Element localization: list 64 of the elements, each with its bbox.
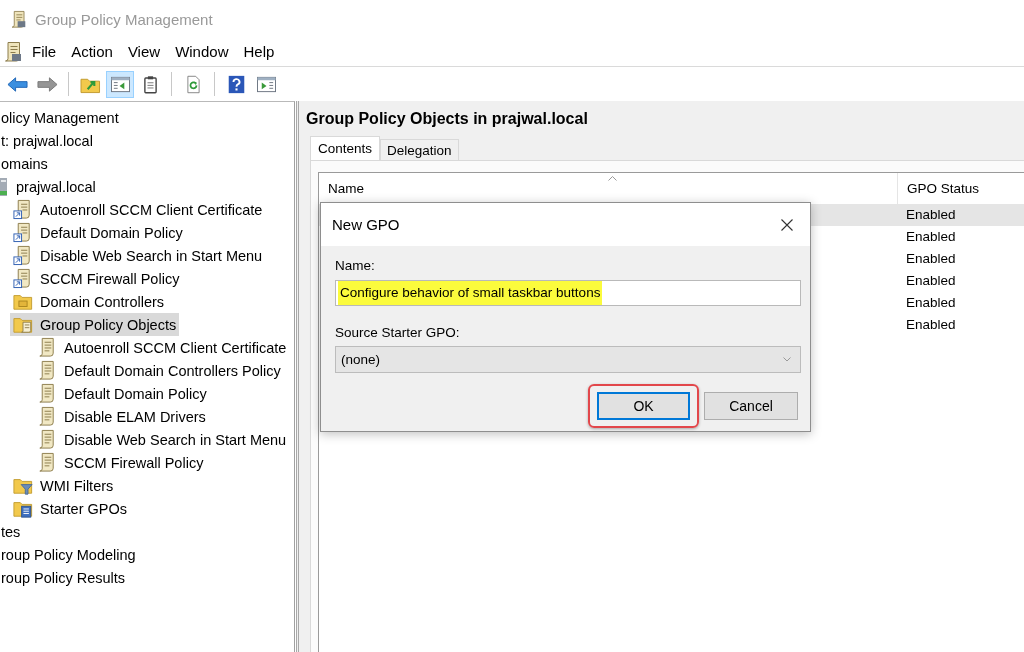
scroll-shortcut-icon	[13, 245, 33, 266]
scroll-icon[interactable]	[3, 41, 23, 63]
close-icon	[781, 218, 793, 231]
console-tree-button[interactable]	[106, 70, 134, 98]
tree-item[interactable]: Disable Web Search in Start Menu	[10, 244, 266, 267]
tree-item[interactable]: SCCM Firewall Policy	[10, 267, 183, 290]
window-title: Group Policy Management	[35, 10, 213, 28]
table-cell[interactable]: Enabled	[897, 270, 960, 292]
tree-item[interactable]: Disable ELAM Drivers	[34, 405, 209, 428]
menu-item[interactable]: File	[25, 41, 65, 63]
dialog-title: New GPO	[332, 216, 400, 233]
pane-title: Group Policy Objects in prajwal.local	[305, 109, 589, 129]
name-field[interactable]: Configure behavior of small taskbar buttons	[335, 280, 801, 306]
tree-item[interactable]: tes	[0, 520, 24, 543]
tree-item[interactable]: Disable Web Search in Start Menu	[34, 428, 290, 451]
scroll-icon	[10, 9, 27, 29]
tree-item[interactable]: Autoenroll SCCM Client Certificate	[34, 336, 290, 359]
tree-item[interactable]: Autoenroll SCCM Client Certificate	[10, 198, 266, 221]
menu-item[interactable]: Action	[64, 41, 121, 63]
tree-item[interactable]: Default Domain Policy	[10, 221, 186, 244]
table-cell[interactable]: Enabled	[897, 226, 960, 248]
tree-item[interactable]: omains	[0, 152, 51, 175]
name-value: Configure behavior of small taskbar buttons	[338, 281, 603, 305]
tree-item[interactable]: SCCM Firewall Policy	[34, 451, 207, 474]
tree-item[interactable]: prajwal.local	[0, 175, 99, 198]
tab[interactable]: Delegation	[380, 139, 459, 160]
scroll-shortcut-icon	[13, 222, 33, 243]
menu-item[interactable]: Help	[236, 41, 283, 63]
tree-item[interactable]: roup Policy Results	[0, 566, 129, 589]
scroll-icon	[37, 452, 57, 473]
forward-arrow-icon	[36, 74, 58, 94]
tab[interactable]: Contents	[310, 136, 381, 160]
pane-icon	[255, 74, 277, 94]
back-arrow-icon	[6, 74, 28, 94]
scroll-icon	[37, 337, 57, 358]
table-cell[interactable]: Enabled	[897, 314, 960, 336]
source-dropdown[interactable]: (none)	[335, 346, 801, 373]
field-label: Name:	[335, 258, 375, 274]
scroll-shortcut-icon	[13, 199, 33, 220]
scroll-icon	[37, 406, 57, 427]
tree-item[interactable]: Starter GPOs	[10, 497, 131, 520]
table-cell[interactable]: Enabled	[897, 248, 960, 270]
scroll-icon	[37, 383, 57, 404]
pane-icon	[109, 74, 131, 94]
sort-caret-icon	[608, 176, 617, 181]
dialog-button[interactable]: OK	[597, 392, 690, 420]
tree-item[interactable]: Default Domain Policy	[34, 382, 210, 405]
tree-item[interactable]: Domain Controllers	[10, 290, 168, 313]
tree-item[interactable]: Default Domain Controllers Policy	[34, 359, 284, 382]
tree-item[interactable]: roup Policy Modeling	[0, 543, 139, 566]
field-label: Source Starter GPO:	[335, 325, 460, 341]
tree-item[interactable]: olicy Management	[0, 106, 122, 129]
table-cell[interactable]: Enabled	[897, 292, 960, 314]
scroll-icon	[37, 429, 57, 450]
dialog-button[interactable]: Cancel	[704, 392, 798, 420]
menu-item[interactable]: Window	[168, 41, 237, 63]
scroll-icon	[37, 360, 57, 381]
menu-item[interactable]: View	[120, 41, 169, 63]
chevron-down-icon	[783, 357, 791, 362]
tree-item[interactable]: WMI Filters	[10, 474, 117, 497]
scroll-shortcut-icon	[13, 268, 33, 289]
server-icon	[0, 176, 8, 197]
tree-item[interactable]: t: prajwal.local	[0, 129, 96, 152]
tree-item[interactable]: Group Policy Objects	[10, 313, 180, 336]
